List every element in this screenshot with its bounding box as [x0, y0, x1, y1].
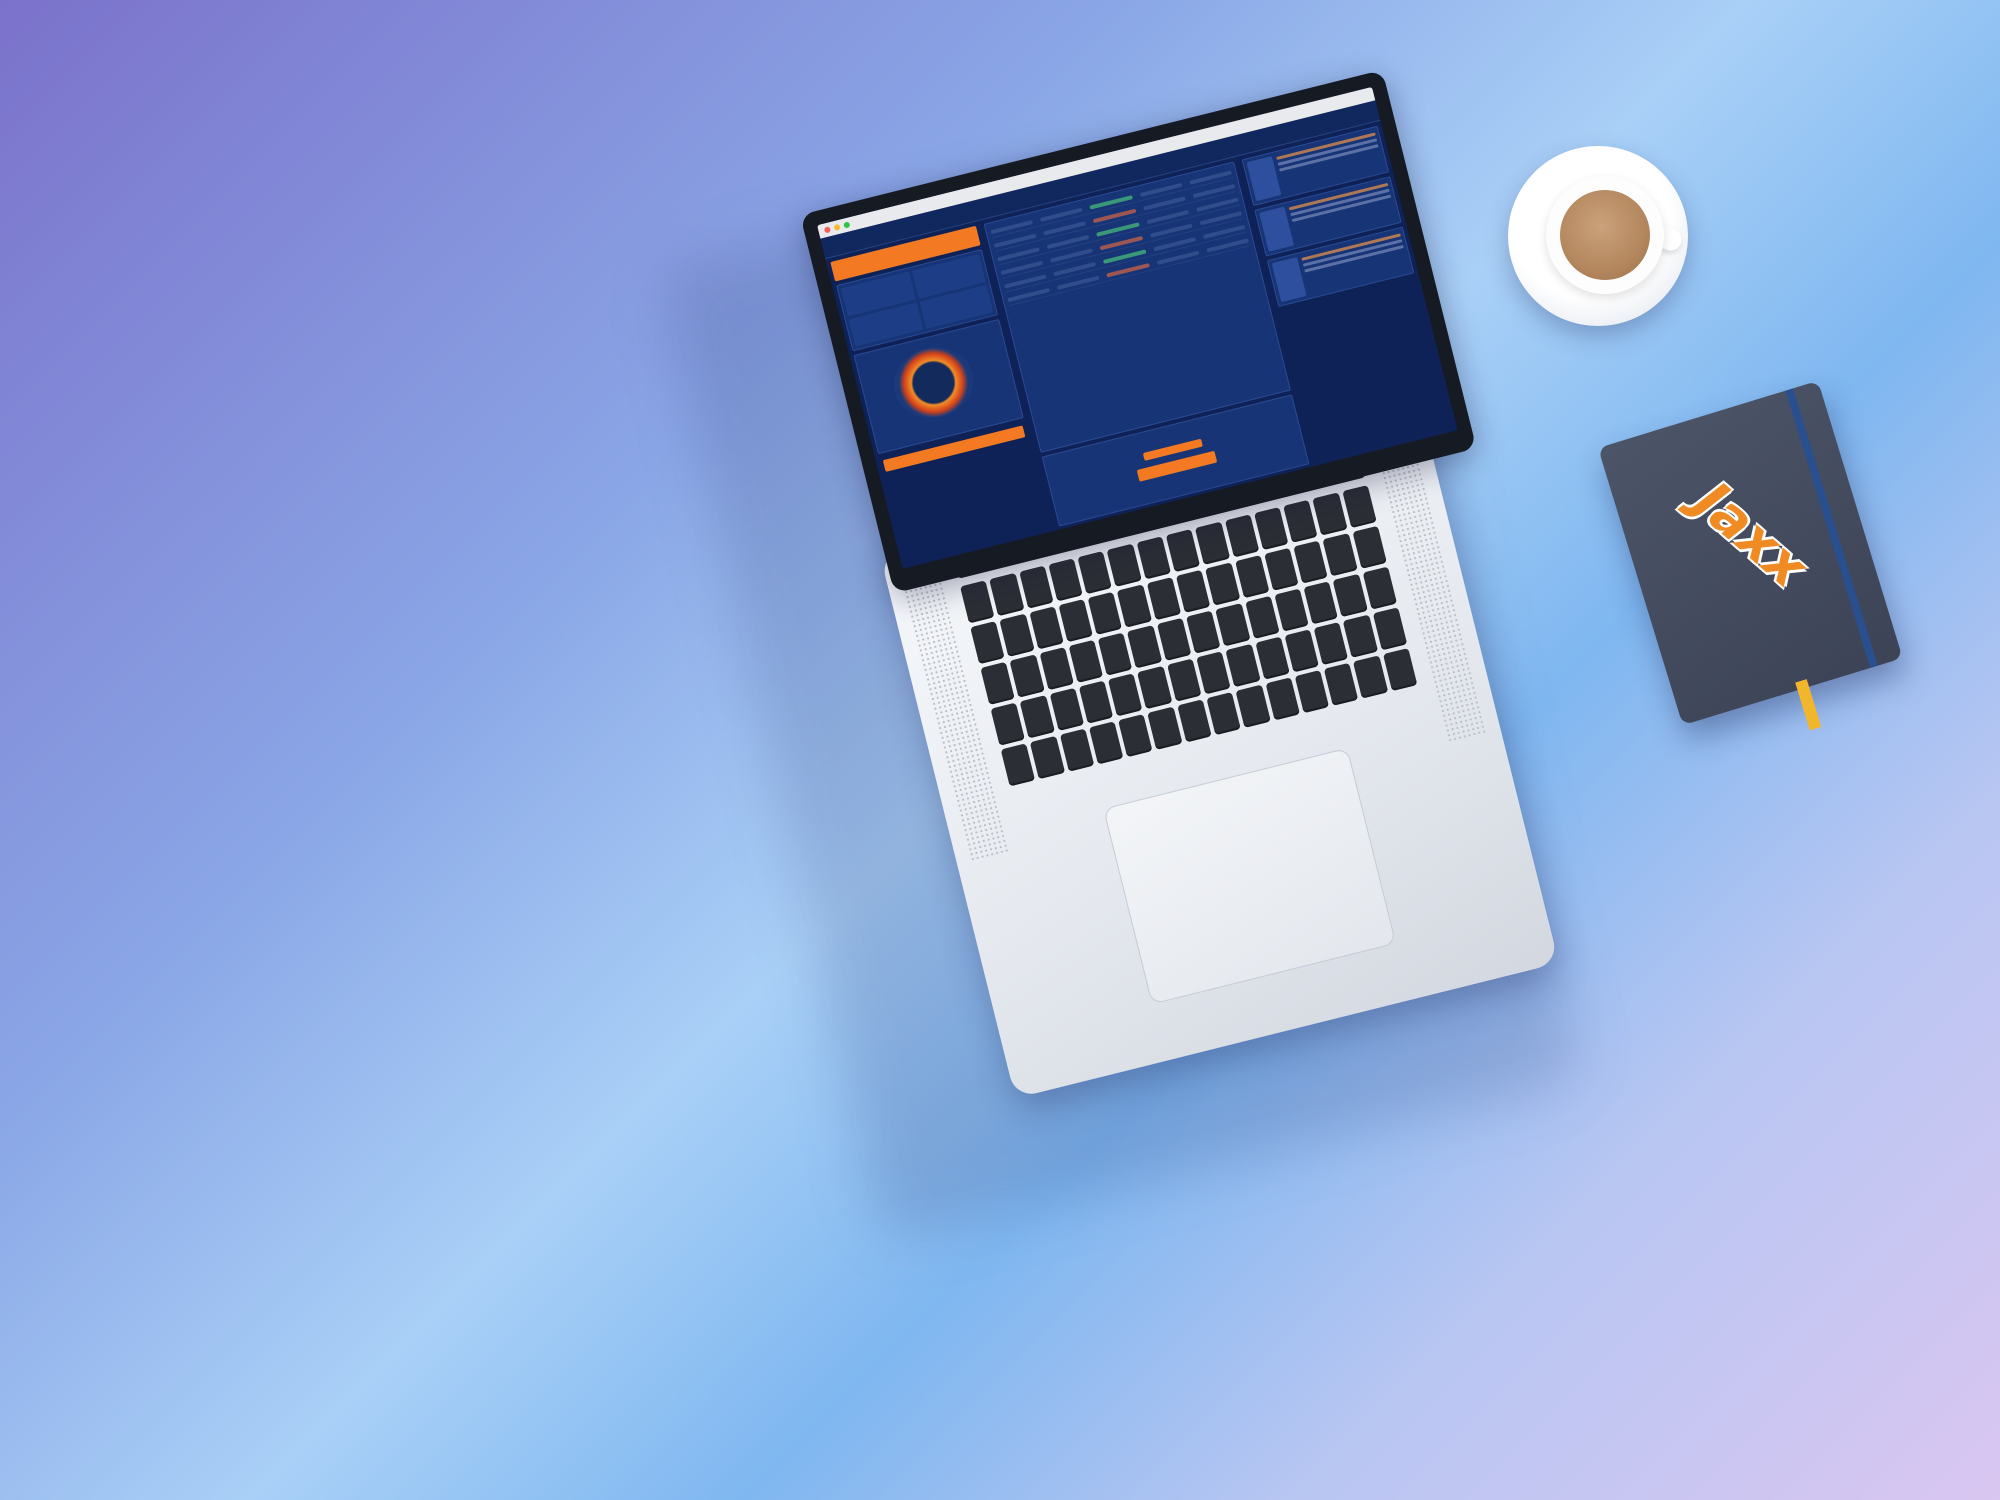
coffee-surface	[1560, 190, 1650, 280]
laptop	[0, 0, 2000, 1500]
notebook-logo: Jaxx	[1682, 469, 1820, 600]
minimize-dot-icon	[833, 223, 841, 232]
trackpad	[1102, 747, 1397, 1005]
promo-graphic	[886, 339, 981, 427]
close-dot-icon	[823, 226, 832, 234]
maximize-dot-icon	[843, 221, 851, 229]
desk-scene: Jaxx	[0, 0, 2000, 1500]
